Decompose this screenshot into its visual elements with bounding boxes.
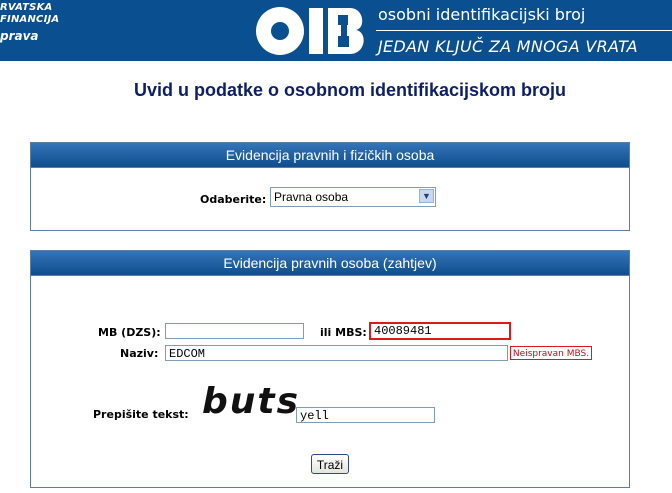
entity-type-select[interactable]: Pravna osoba ▼ xyxy=(270,187,436,207)
org-name-line3: prava xyxy=(0,29,39,43)
naziv-input[interactable]: EDCOM xyxy=(165,345,508,361)
select-label: Odaberite: xyxy=(200,193,267,206)
panel-legal-entity-request-title: Evidencija pravnih osoba (zahtjev) xyxy=(31,251,629,276)
panel-legal-entity-request: Evidencija pravnih osoba (zahtjev) xyxy=(30,250,630,488)
page-title: Uvid u podatke o osobnom identifikacijsk… xyxy=(133,80,567,100)
org-name-line1: RVATSKA xyxy=(0,2,53,13)
org-name-line2: FINANCIJA xyxy=(0,14,60,25)
org-name: RVATSKA FINANCIJA prava xyxy=(0,2,59,43)
entity-type-select-value: Pravna osoba xyxy=(274,190,349,204)
tagline-top: osobni identifikacijski broj xyxy=(378,5,586,24)
mb-label: MB (DZS): xyxy=(98,326,161,339)
site-header: RVATSKA FINANCIJA prava osobni identifik… xyxy=(0,0,672,61)
header-divider xyxy=(376,30,672,31)
chevron-down-icon[interactable]: ▼ xyxy=(419,189,434,203)
mbs-label: ili MBS: xyxy=(320,326,367,339)
search-button[interactable]: Traži xyxy=(311,454,349,474)
mbs-error-message: Neispravan MBS. xyxy=(510,346,592,360)
mb-input[interactable] xyxy=(165,323,304,339)
panel-type-select-title: Evidencija pravnih i fizičkih osoba xyxy=(31,143,629,168)
oib-logo xyxy=(256,7,364,55)
naziv-label: Naziv: xyxy=(120,347,159,360)
tagline-bottom: JEDAN KLJUČ ZA MNOGA VRATA xyxy=(378,37,638,56)
captcha-image: buts xyxy=(202,381,301,422)
mbs-input[interactable]: 40089481 xyxy=(369,322,511,340)
captcha-input[interactable]: yell xyxy=(296,407,435,423)
captcha-label: Prepišite tekst: xyxy=(93,408,189,421)
